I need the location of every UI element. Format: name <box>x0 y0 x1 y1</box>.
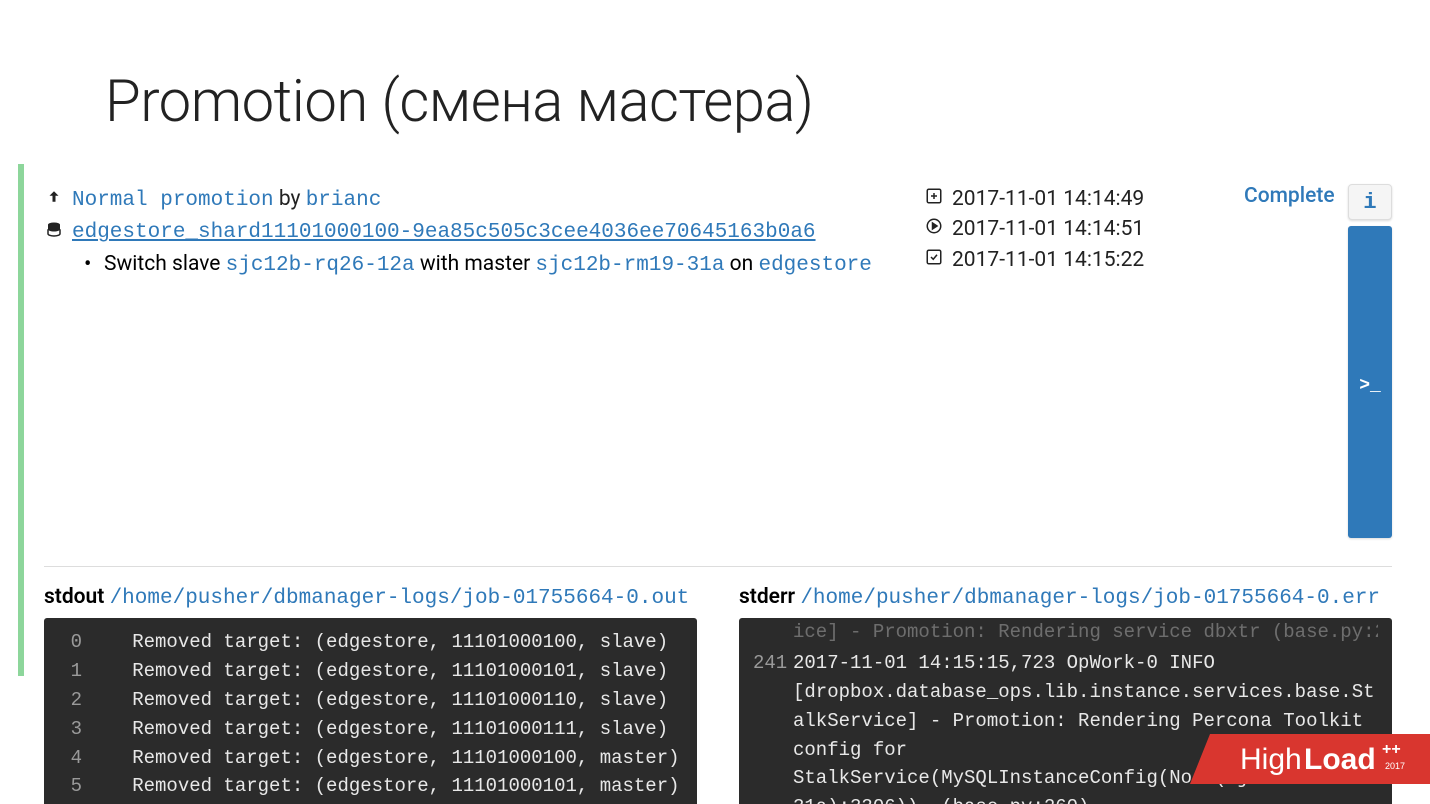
stdout-label: stdout <box>44 585 104 609</box>
divider <box>44 566 1392 567</box>
log-line: 4 Removed target: (edgestore, 1110100010… <box>58 744 683 773</box>
shard-link[interactable]: edgestore_shard11101000100-9ea85c505c3ce… <box>72 218 816 248</box>
log-line-number: 5 <box>58 772 98 801</box>
by-label: by <box>279 187 301 211</box>
switch-on: on <box>730 252 754 276</box>
slide-title: Promotion (смена мастера) <box>105 68 1430 136</box>
play-circle-icon <box>924 217 944 235</box>
switch-description: Switch slave sjc12b-rq26-12a with master… <box>44 249 924 281</box>
badge-brand-b: Load <box>1304 743 1376 776</box>
conference-badge: High Load ++ 2017 <box>1170 714 1430 804</box>
log-line-text: Removed target: (edgestore, 11101000111,… <box>98 715 683 744</box>
log-line-text: Removed target: (edgestore, 11101000110,… <box>98 686 683 715</box>
log-line-text: Removed target: (edgestore, 11101000101,… <box>98 657 683 686</box>
log-line: 2 Removed target: (edgestore, 1110100011… <box>58 686 683 715</box>
terminal-button[interactable]: >_ <box>1348 226 1392 538</box>
log-line: 3 Removed target: (edgestore, 1110100011… <box>58 715 683 744</box>
log-line: 1 Removed target: (edgestore, 1110100010… <box>58 657 683 686</box>
stderr-header: stderr /home/pusher/dbmanager-logs/job-0… <box>739 585 1392 610</box>
check-square-icon <box>924 248 944 266</box>
stdout-header: stdout /home/pusher/dbmanager-logs/job-0… <box>44 585 697 610</box>
stdout-path-link[interactable]: /home/pusher/dbmanager-logs/job-01755664… <box>110 587 690 610</box>
db-link[interactable]: edgestore <box>758 254 871 277</box>
switch-mid: with master <box>420 252 530 276</box>
badge-year: 2017 <box>1385 761 1405 771</box>
side-buttons: i >_ <box>1344 184 1392 538</box>
promotion-type-link[interactable]: Normal promotion <box>72 189 274 212</box>
stderr-path-link[interactable]: /home/pusher/dbmanager-logs/job-01755664… <box>800 587 1380 610</box>
log-line-number: 241 <box>753 649 793 804</box>
master-host-link[interactable]: sjc12b-rm19-31a <box>535 254 724 277</box>
finished-time: 2017-11-01 14:15:22 <box>952 245 1144 275</box>
log-line-text: Removed target: (edgestore, 11101000100,… <box>98 744 683 773</box>
job-status: Complete <box>1244 184 1344 208</box>
stdout-terminal[interactable]: 0 Removed target: (edgestore, 1110100010… <box>44 618 697 804</box>
created-time: 2017-11-01 14:14:49 <box>952 184 1144 214</box>
job-header: Normal promotion by brianc edgestore_sha… <box>44 184 1392 538</box>
upload-icon <box>44 184 64 214</box>
job-timestamps: 2017-11-01 14:14:49 2017-11-01 14:14:51 … <box>924 184 1244 275</box>
stderr-label: stderr <box>739 585 795 609</box>
log-line-number: 2 <box>58 686 98 715</box>
log-line-number: 1 <box>58 657 98 686</box>
badge-brand-a: High <box>1240 743 1302 776</box>
log-line-text: Removed target: (edgestore, 11101000100,… <box>98 628 683 657</box>
database-icon <box>44 216 64 246</box>
job-panel: Normal promotion by brianc edgestore_sha… <box>18 164 1412 676</box>
plus-square-icon <box>924 187 944 205</box>
log-line: 5 Removed target: (edgestore, 1110100010… <box>58 772 683 801</box>
info-button[interactable]: i <box>1348 184 1392 220</box>
slave-host-link[interactable]: sjc12b-rq26-12a <box>226 254 415 277</box>
switch-prefix: Switch slave <box>104 252 220 276</box>
started-time: 2017-11-01 14:14:51 <box>952 214 1144 244</box>
stdout-column: stdout /home/pusher/dbmanager-logs/job-0… <box>44 585 697 804</box>
log-line-number: 3 <box>58 715 98 744</box>
user-link[interactable]: brianc <box>306 189 382 212</box>
log-line-number: 4 <box>58 744 98 773</box>
log-line: 0 Removed target: (edgestore, 1110100010… <box>58 628 683 657</box>
log-line-text: ice] - Promotion: Rendering service dbxt… <box>793 618 1378 647</box>
log-line-number <box>753 618 793 647</box>
log-line-text: Removed target: (edgestore, 11101000101,… <box>98 772 683 801</box>
log-line-number: 0 <box>58 628 98 657</box>
job-meta: Normal promotion by brianc edgestore_sha… <box>44 184 924 281</box>
badge-plus: ++ <box>1382 741 1401 758</box>
info-icon: i <box>1363 190 1376 215</box>
terminal-icon: >_ <box>1359 373 1381 400</box>
